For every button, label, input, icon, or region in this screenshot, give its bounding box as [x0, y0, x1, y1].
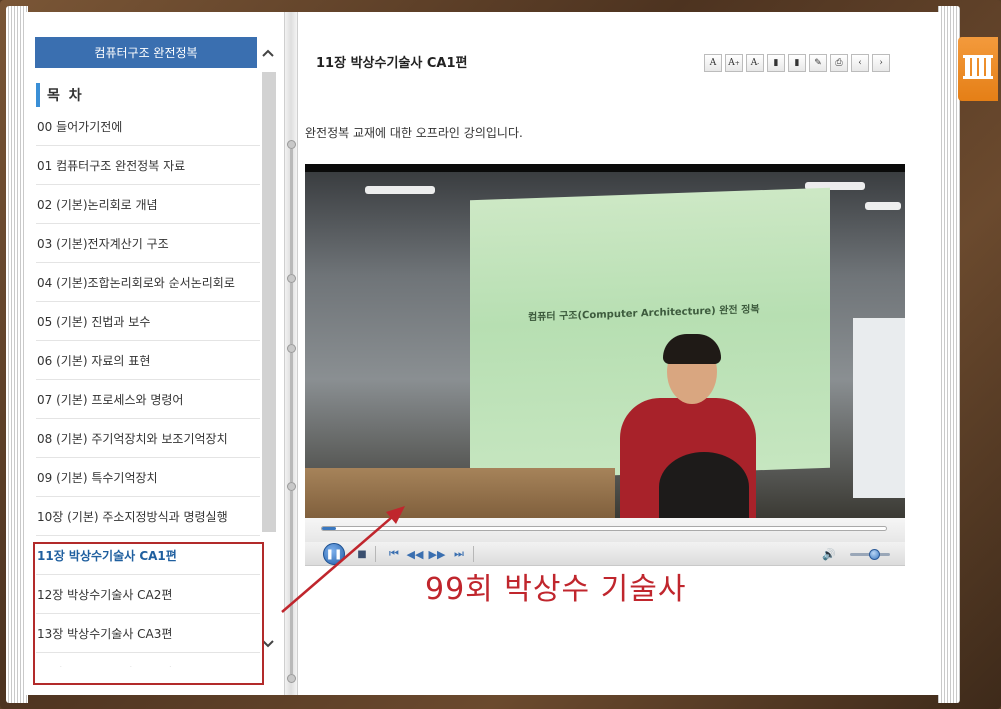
- ceiling-light: [865, 202, 901, 210]
- toc-scroll-down-button[interactable]: [258, 634, 278, 654]
- page-stack-right: [938, 6, 960, 703]
- seek-track[interactable]: [321, 526, 887, 531]
- controls-divider: [375, 546, 376, 562]
- video-frame[interactable]: 컴퓨터 구조(Computer Architecture) 완전 정복: [305, 172, 905, 518]
- seek-bar[interactable]: [305, 518, 905, 542]
- previous-button[interactable]: ⏮: [385, 546, 403, 562]
- memo-button[interactable]: ✎: [809, 54, 827, 72]
- book-spine: [284, 12, 298, 695]
- spine-ring: [287, 140, 296, 149]
- toc-item[interactable]: 01 컴퓨터구조 완전정복 자료: [36, 146, 260, 185]
- screen-caption: 컴퓨터 구조(Computer Architecture) 완전 정복: [528, 304, 760, 324]
- toc-heading: 목 차: [36, 82, 256, 108]
- next-page-button[interactable]: ›: [872, 54, 890, 72]
- pause-button[interactable]: ❚❚: [323, 543, 345, 565]
- whiteboard: [853, 318, 905, 498]
- toc-item[interactable]: 08 (기본) 주기억장치와 보조기억장치: [36, 419, 260, 458]
- spine-binding: [290, 283, 293, 344]
- lecturer-hair: [663, 334, 721, 364]
- toc-item[interactable]: 13장 박상수기술사 CA3편: [36, 614, 260, 653]
- skip-forward-icon: ⏭: [454, 547, 464, 560]
- toc-item[interactable]: 10장 (기본) 주소지정방식과 명령실행: [36, 497, 260, 536]
- toc-item[interactable]: 07 (기본) 프로세스와 명령어: [36, 380, 260, 419]
- chevron-down-icon: [262, 637, 274, 651]
- bookmark-list-button[interactable]: ▮: [788, 54, 806, 72]
- toc-item[interactable]: 06 (기본) 자료의 표현: [36, 341, 260, 380]
- rewind-button[interactable]: ◀◀: [406, 546, 424, 562]
- spine-ring: [287, 274, 296, 283]
- toc-scrollbar[interactable]: [262, 72, 276, 532]
- audience-head: [659, 452, 749, 518]
- intro-text: 완전정복 교재에 대한 오프라인 강의입니다.: [305, 126, 523, 140]
- book-title-bar[interactable]: 컴퓨터구조 완전정복: [35, 37, 257, 68]
- bookmark-button[interactable]: ▮: [767, 54, 785, 72]
- spine-ring: [287, 344, 296, 353]
- spine-binding: [290, 149, 293, 274]
- volume-icon: 🔊: [822, 547, 836, 561]
- rewind-icon: ◀◀: [406, 547, 424, 561]
- chevron-up-icon: [262, 46, 274, 60]
- stop-button[interactable]: ■: [353, 546, 371, 562]
- toc-item[interactable]: 02 (기본)논리회로 개념: [36, 185, 260, 224]
- toc-item[interactable]: 09 (기본) 특수기억장치: [36, 458, 260, 497]
- mute-button[interactable]: 🔊: [820, 546, 838, 562]
- page-title: 11장 박상수기술사 CA1편: [316, 56, 468, 71]
- page-stack-left: [6, 6, 28, 703]
- toc-item[interactable]: 05 (기본) 진법과 보수: [36, 302, 260, 341]
- bookshelf-icon: [963, 53, 993, 85]
- podium: [305, 468, 615, 518]
- bookmark-list-icon: ▮: [794, 58, 800, 68]
- toc-item[interactable]: 14장 박상수기술사 CA4편: [36, 653, 260, 668]
- spine-ring: [287, 674, 296, 683]
- toc-scroll-up-button[interactable]: [258, 37, 278, 68]
- volume-knob[interactable]: [868, 549, 880, 560]
- chevron-right-icon: ›: [879, 58, 883, 68]
- toc-item[interactable]: 00 들어가기전에: [36, 107, 260, 146]
- reader-toolbar: A A + A- ▮ ▮ ✎ ⎙ ‹ ›: [704, 54, 890, 72]
- stop-icon: ■: [357, 548, 367, 560]
- toc-heading-text: 목 차: [47, 88, 84, 104]
- toc-item[interactable]: 04 (기본)조합논리회로와 순서논리회로: [36, 263, 260, 302]
- chevron-left-icon: ‹: [858, 58, 862, 68]
- next-button[interactable]: ⏭: [450, 546, 468, 562]
- font-default-icon: A: [709, 58, 717, 68]
- toc-item-active[interactable]: 11장 박상수기술사 CA1편: [36, 536, 260, 575]
- video-player[interactable]: 컴퓨터 구조(Computer Architecture) 완전 정복: [305, 164, 905, 518]
- fast-forward-icon: ▶▶: [428, 547, 446, 561]
- seek-progress: [322, 527, 336, 530]
- font-decrease-button[interactable]: A-: [746, 54, 764, 72]
- annotation-text: 99회 박상수 기술사: [425, 572, 687, 607]
- memo-icon: ✎: [814, 58, 822, 68]
- toc-list: 00 들어가기전에 01 컴퓨터구조 완전정복 자료 02 (기본)논리회로 개…: [36, 107, 260, 667]
- toc-item[interactable]: 12장 박상수기술사 CA2편: [36, 575, 260, 614]
- font-increase-button[interactable]: A +: [725, 54, 743, 72]
- spine-binding: [290, 491, 293, 674]
- spine-binding: [290, 353, 293, 482]
- print-icon: ⎙: [835, 58, 843, 68]
- fast-forward-button[interactable]: ▶▶: [428, 546, 446, 562]
- skip-back-icon: ⏮: [389, 547, 399, 560]
- bookmark-icon: ▮: [773, 58, 779, 68]
- controls-divider: [473, 546, 474, 562]
- pause-icon: ❚❚: [325, 548, 343, 560]
- toc-heading-marker: [36, 83, 40, 107]
- bookshelf-button[interactable]: [958, 37, 998, 101]
- ceiling-light: [365, 186, 435, 194]
- player-controls: ❚❚ ■ ⏮ ◀◀ ▶▶ ⏭ 🔊: [305, 542, 905, 566]
- spine-ring: [287, 482, 296, 491]
- toc-item[interactable]: 03 (기본)전자계산기 구조: [36, 224, 260, 263]
- print-button[interactable]: ⎙: [830, 54, 848, 72]
- font-default-button[interactable]: A: [704, 54, 722, 72]
- prev-page-button[interactable]: ‹: [851, 54, 869, 72]
